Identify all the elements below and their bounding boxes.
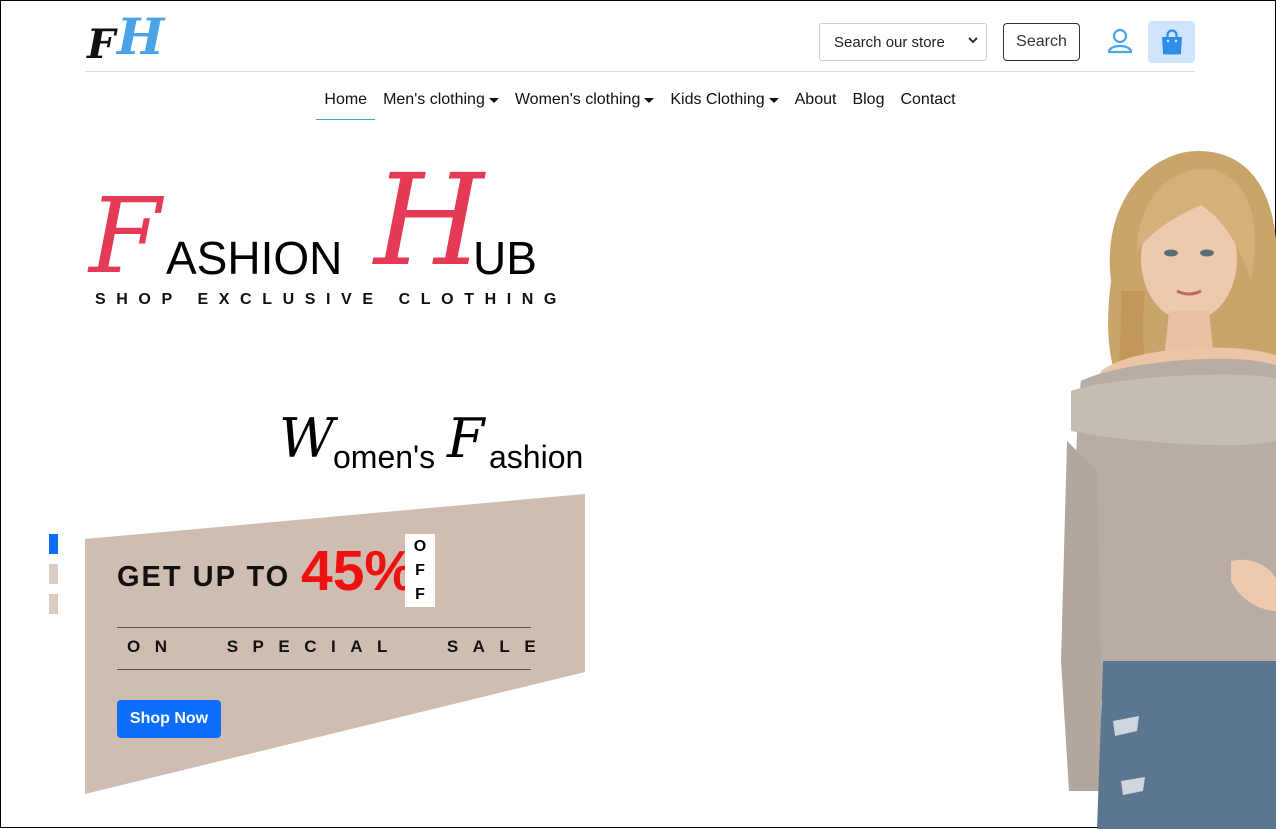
heading-cap-w: W (279, 407, 335, 470)
promo-off-badge: O F F (405, 534, 435, 607)
search-button[interactable]: Search (1003, 23, 1080, 61)
nav-item-mens-clothing[interactable]: Men's clothing (375, 81, 507, 119)
chevron-down-icon (968, 37, 978, 44)
heading-cap-f: F (447, 407, 485, 470)
promo-special-sale: ON SPECIAL SALE (127, 637, 551, 656)
nav-item-blog[interactable]: Blog (844, 81, 892, 119)
search-select-value: Search our store (834, 33, 945, 51)
nav-label: Men's clothing (383, 91, 485, 108)
heading-word-omens: omen's (333, 439, 436, 475)
brand-tagline: SHOP EXCLUSIVE CLOTHING (95, 291, 567, 308)
off-letter: F (415, 585, 425, 603)
carousel-indicator-1[interactable] (49, 534, 58, 554)
off-letter: O (413, 537, 427, 555)
caret-down-icon (644, 97, 655, 103)
nav-item-womens-clothing[interactable]: Women's clothing (507, 81, 662, 119)
nav-label: Blog (852, 91, 885, 108)
promo-divider-bottom (117, 669, 531, 670)
category-heading: W omen's F ashion (279, 407, 589, 481)
caret-down-icon (488, 97, 499, 103)
header-divider (85, 71, 1195, 72)
off-letter: F (415, 561, 425, 579)
promo-percent: 45% (301, 539, 416, 603)
shopping-bag-icon (1161, 29, 1182, 55)
brand-word-ashion: ASHION (166, 232, 343, 284)
nav-label: Women's clothing (514, 91, 641, 108)
brand-word-ub: UB (473, 232, 537, 284)
main-nav: Home Men's clothing Women's clothing Kid… (85, 81, 1195, 121)
nav-item-contact[interactable]: Contact (892, 81, 963, 119)
nav-item-kids-clothing[interactable]: Kids Clothing (662, 81, 786, 119)
shop-now-button[interactable]: Shop Now (117, 700, 221, 738)
brand-cap-h: H (374, 147, 484, 294)
promo-get-up-to: GET UP TO (117, 561, 291, 593)
carousel-indicator-2[interactable] (49, 564, 58, 584)
model-photo (1061, 150, 1276, 829)
brand-cap-f: F (89, 175, 162, 297)
nav-item-about[interactable]: About (787, 81, 845, 119)
logo-letter-h: H (117, 7, 165, 66)
search-category-select[interactable]: Search our store (819, 23, 987, 61)
promo-divider-top (117, 627, 531, 628)
nav-label: Contact (900, 91, 956, 108)
nav-label: Home (324, 91, 368, 108)
caret-down-icon (768, 97, 779, 103)
nav-label: About (794, 91, 837, 108)
account-button[interactable] (1101, 23, 1139, 59)
nav-label: Kids Clothing (670, 91, 765, 108)
nav-item-home[interactable]: Home (316, 81, 376, 120)
logo-letter-f: F (87, 21, 116, 68)
carousel-indicator-3[interactable] (49, 594, 58, 614)
cart-button[interactable] (1148, 21, 1195, 63)
heading-word-ashion: ashion (489, 439, 584, 475)
site-logo[interactable]: F H (85, 7, 175, 68)
user-icon (1107, 28, 1133, 54)
